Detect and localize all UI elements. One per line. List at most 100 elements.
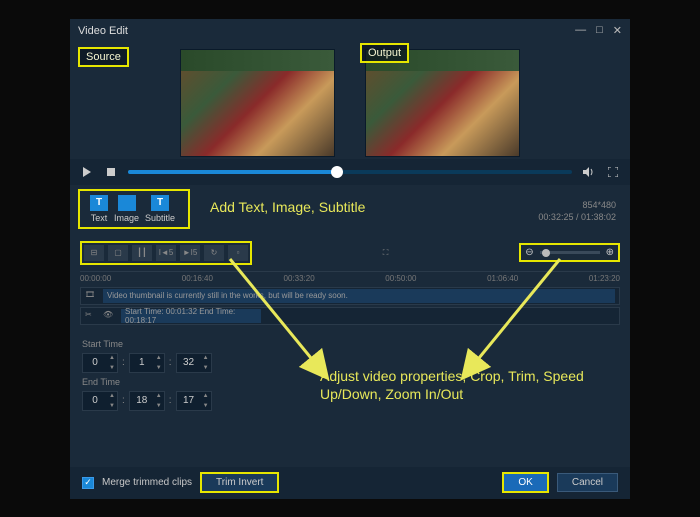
speed-up-tool[interactable]: ►I5 <box>180 245 200 261</box>
tab-text-label: Text <box>91 213 108 223</box>
fullscreen-icon[interactable] <box>606 165 620 179</box>
edit-toolbar: ⊟ ▢ ┃┃ I◄5 ►I5 ↻ ▫ ⛶ ⊖ ⊕ <box>70 237 630 269</box>
spinner-up[interactable]: ▲ <box>107 353 117 363</box>
time-mark: 00:33:20 <box>284 274 315 283</box>
start-hour-value: 0 <box>83 357 107 368</box>
zoom-knob[interactable] <box>542 249 550 257</box>
fit-icon[interactable]: ⛶ <box>376 245 396 261</box>
spinner-down[interactable]: ▼ <box>201 363 211 373</box>
spinner-up[interactable]: ▲ <box>201 391 211 401</box>
segment-info: Start Time: 00:01:32 End Time: 00:18:17 <box>121 309 261 323</box>
image-icon <box>118 195 136 211</box>
window-title: Video Edit <box>78 25 128 37</box>
spinner-up[interactable]: ▲ <box>107 391 117 401</box>
insert-tabs: T Text Image T Subtitle <box>78 189 190 229</box>
colon: : <box>122 395 125 406</box>
footer: ✓ Merge trimmed clips Trim Invert OK Can… <box>70 467 630 499</box>
crop-tool[interactable]: ▢ <box>108 245 128 261</box>
video-track[interactable]: 🎞 Video thumbnail is currently still in … <box>80 287 620 305</box>
playback-controls <box>70 159 630 185</box>
progress-bar[interactable] <box>128 170 572 174</box>
tab-image[interactable]: Image <box>114 195 139 223</box>
video-info: 854*480 00:32:25 / 01:38:02 <box>538 199 616 224</box>
end-hour-value: 0 <box>83 395 107 406</box>
close-button[interactable]: ✕ <box>613 24 622 37</box>
progress-knob[interactable] <box>331 166 343 178</box>
cancel-button[interactable]: Cancel <box>557 473 618 492</box>
start-min-value: 1 <box>130 357 154 368</box>
time-mark: 00:50:00 <box>385 274 416 283</box>
end-hour-spinner[interactable]: 0▲▼ <box>82 391 118 411</box>
spinner-down[interactable]: ▼ <box>154 401 164 411</box>
split-tool[interactable]: ⊟ <box>84 245 104 261</box>
volume-icon[interactable] <box>582 165 596 179</box>
merge-label: Merge trimmed clips <box>102 477 192 488</box>
spinner-down[interactable]: ▼ <box>201 401 211 411</box>
spinner-up[interactable]: ▲ <box>154 353 164 363</box>
scissors-icon: ✂ <box>85 310 97 322</box>
time-marks: 00:00:00 00:16:40 00:33:20 00:50:00 01:0… <box>80 271 620 285</box>
resolution-text: 854*480 <box>538 199 616 212</box>
timeline: 00:00:00 00:16:40 00:33:20 00:50:00 01:0… <box>70 269 630 329</box>
rotate-tool[interactable]: ↻ <box>204 245 224 261</box>
start-sec-value: 32 <box>177 357 201 368</box>
stop-button[interactable] <box>104 165 118 179</box>
zoom-in-icon[interactable]: ⊕ <box>606 247 614 258</box>
spinner-down[interactable]: ▼ <box>107 401 117 411</box>
segment-track[interactable]: ✂ 👁 Start Time: 00:01:32 End Time: 00:18… <box>80 307 620 325</box>
start-hour-spinner[interactable]: 0▲▼ <box>82 353 118 373</box>
time-display: 00:32:25 / 01:38:02 <box>538 211 616 224</box>
text-icon: T <box>90 195 108 211</box>
spinner-up[interactable]: ▲ <box>154 391 164 401</box>
zoom-out-icon[interactable]: ⊖ <box>525 247 533 258</box>
time-mark: 00:00:00 <box>80 274 111 283</box>
source-preview <box>180 49 335 157</box>
thumbnail-message: Video thumbnail is currently still in th… <box>103 289 615 303</box>
time-mark: 00:16:40 <box>182 274 213 283</box>
tab-subtitle-label: Subtitle <box>145 213 175 223</box>
trim-tool[interactable]: ┃┃ <box>132 245 152 261</box>
end-sec-value: 17 <box>177 395 201 406</box>
zoom-group: ⊖ ⊕ <box>519 243 620 262</box>
tool-group-left: ⊟ ▢ ┃┃ I◄5 ►I5 ↻ ▫ <box>80 241 252 265</box>
tabs-annotation: Add Text, Image, Subtitle <box>210 199 365 215</box>
tab-image-label: Image <box>114 213 139 223</box>
subtitle-icon: T <box>151 195 169 211</box>
play-button[interactable] <box>80 165 94 179</box>
merge-checkbox[interactable]: ✓ <box>82 477 94 489</box>
end-sec-spinner[interactable]: 17▲▼ <box>176 391 212 411</box>
start-min-spinner[interactable]: 1▲▼ <box>129 353 165 373</box>
titlebar: Video Edit — □ ✕ <box>70 19 630 43</box>
colon: : <box>122 357 125 368</box>
spinner-down[interactable]: ▼ <box>107 363 117 373</box>
maximize-button[interactable]: □ <box>596 24 603 37</box>
colon: : <box>169 357 172 368</box>
zoom-slider[interactable] <box>540 251 600 254</box>
film-icon: 🎞 <box>85 290 97 302</box>
output-preview <box>365 49 520 157</box>
main-annotation: Adjust video properties, Crop, Trim, Spe… <box>320 367 600 403</box>
trim-invert-button[interactable]: Trim Invert <box>200 472 279 493</box>
minimize-button[interactable]: — <box>575 24 586 37</box>
tab-subtitle[interactable]: T Subtitle <box>145 195 175 223</box>
output-label: Output <box>360 43 409 63</box>
spinner-down[interactable]: ▼ <box>154 363 164 373</box>
tab-text[interactable]: T Text <box>90 195 108 223</box>
source-label: Source <box>78 47 129 67</box>
progress-fill <box>128 170 337 174</box>
time-mark: 01:06:40 <box>487 274 518 283</box>
speed-down-tool[interactable]: I◄5 <box>156 245 176 261</box>
preview-row <box>70 43 630 159</box>
spinner-up[interactable]: ▲ <box>201 353 211 363</box>
end-min-spinner[interactable]: 18▲▼ <box>129 391 165 411</box>
video-edit-window: Video Edit — □ ✕ Source Output T Text <box>70 19 630 499</box>
start-sec-spinner[interactable]: 32▲▼ <box>176 353 212 373</box>
delete-tool[interactable]: ▫ <box>228 245 248 261</box>
end-min-value: 18 <box>130 395 154 406</box>
start-time-label: Start Time <box>82 339 618 349</box>
ok-button[interactable]: OK <box>502 472 548 493</box>
window-buttons: — □ ✕ <box>575 24 622 37</box>
eye-icon: 👁 <box>103 310 115 322</box>
time-mark: 01:23:20 <box>589 274 620 283</box>
colon: : <box>169 395 172 406</box>
